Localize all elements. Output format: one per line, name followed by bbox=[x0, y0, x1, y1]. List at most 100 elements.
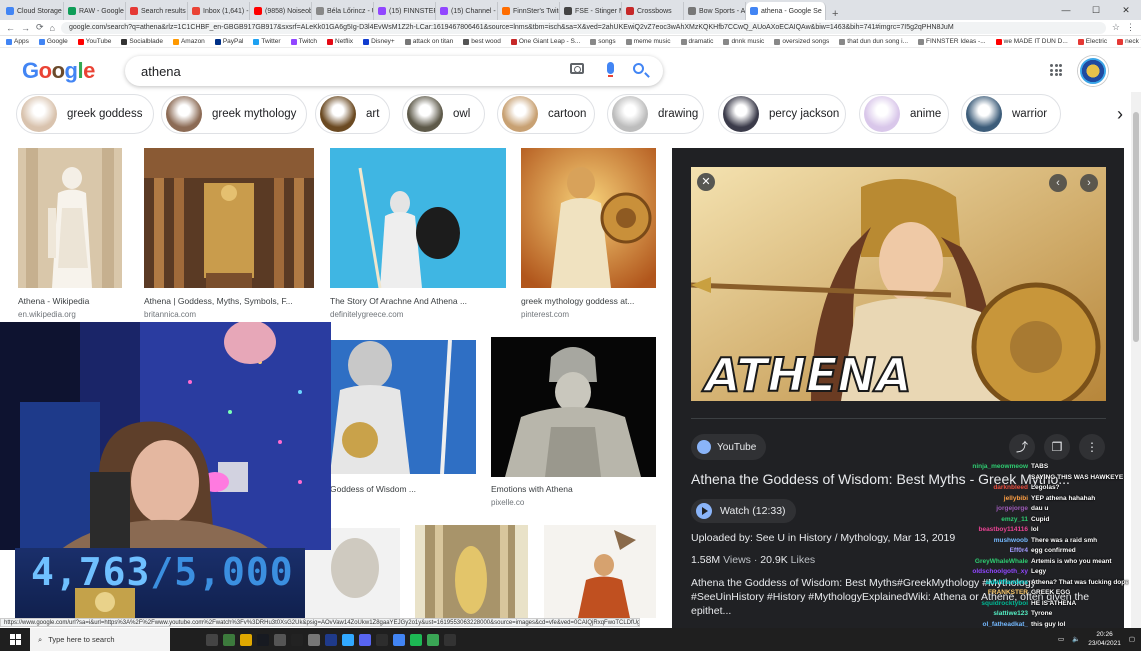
image-result-5[interactable]: Goddess of Wisdom ... bbox=[330, 340, 478, 500]
app-icon[interactable] bbox=[308, 633, 320, 646]
maximize-button[interactable]: ☐ bbox=[1081, 0, 1111, 20]
forward-icon[interactable]: → bbox=[21, 23, 30, 33]
minimize-button[interactable]: — bbox=[1051, 0, 1081, 20]
browser-tab[interactable]: Béla Lőrincz - UK Sci bbox=[312, 2, 374, 20]
result-thumbnail[interactable] bbox=[491, 337, 656, 477]
taskbar-search[interactable]: ⌕ Type here to search bbox=[30, 628, 170, 651]
start-button[interactable] bbox=[0, 628, 30, 651]
related-chip[interactable]: greek mythology bbox=[161, 94, 307, 134]
result-thumbnail[interactable] bbox=[144, 148, 314, 288]
related-chip[interactable]: percy jackson bbox=[718, 94, 846, 134]
browser-tab[interactable]: athena - Google Se bbox=[746, 2, 826, 20]
browser-tab[interactable]: Cloud Storage for W bbox=[2, 2, 64, 20]
bookmark-item[interactable]: dramatic bbox=[680, 38, 713, 45]
app-icon[interactable] bbox=[444, 633, 456, 646]
chrome-icon[interactable] bbox=[393, 633, 405, 646]
related-chip[interactable]: owl bbox=[402, 94, 485, 134]
related-chip[interactable]: anime bbox=[859, 94, 949, 134]
related-chip[interactable]: drawing bbox=[607, 94, 704, 134]
network-icon[interactable]: ▭ bbox=[1058, 635, 1064, 643]
more-options-icon[interactable]: ⋮ bbox=[1079, 434, 1105, 460]
browser-tab[interactable]: Inbox (1,641) - ffirecl bbox=[188, 2, 250, 20]
result-caption[interactable]: Emotions with Athena bbox=[491, 484, 656, 494]
next-image-button[interactable]: › bbox=[1080, 174, 1098, 192]
bookmark-item[interactable]: One Giant Leap - S... bbox=[510, 38, 580, 45]
bookmark-item[interactable]: meme music bbox=[625, 38, 671, 45]
browser-tab[interactable]: FinnSter's Twitch Sto bbox=[498, 2, 560, 20]
browser-tab[interactable]: Crossbows bbox=[622, 2, 684, 20]
notifications-icon[interactable]: ▢ bbox=[1129, 635, 1135, 643]
bookmark-item[interactable]: neck folder bbox=[1117, 38, 1141, 45]
related-chip[interactable]: greek goddess bbox=[16, 94, 154, 134]
bookmark-item[interactable]: Disney+ bbox=[363, 38, 395, 45]
related-chip[interactable]: cartoon bbox=[497, 94, 595, 134]
browser-tab[interactable]: Search results - fiing bbox=[126, 2, 188, 20]
result-thumbnail-row3-3[interactable] bbox=[544, 525, 656, 618]
bookmark-item[interactable]: FINNSTER Ideas -... bbox=[918, 38, 986, 45]
vegas-icon[interactable] bbox=[325, 633, 337, 646]
bookmark-item[interactable]: oversized songs bbox=[774, 38, 829, 45]
result-thumbnail[interactable] bbox=[18, 148, 122, 288]
new-tab-button[interactable]: + bbox=[826, 8, 844, 20]
app-icon[interactable] bbox=[376, 633, 388, 646]
browser-tab[interactable]: (15) Channel - Twitch bbox=[436, 2, 498, 20]
result-caption[interactable]: Athena | Goddess, Myths, Symbols, F... bbox=[144, 296, 314, 306]
steam-icon[interactable] bbox=[257, 633, 269, 646]
microphone-icon[interactable] bbox=[607, 62, 614, 77]
close-window-button[interactable]: ✕ bbox=[1111, 0, 1141, 20]
bookmark-item[interactable]: PayPal bbox=[214, 38, 243, 45]
image-result-4[interactable]: greek mythology goddess at... pinterest.… bbox=[521, 148, 661, 320]
image-result-1[interactable]: Athena - Wikipedia en.wikipedia.org bbox=[18, 148, 128, 320]
bookmark-item[interactable]: Amazon bbox=[172, 38, 205, 45]
discord-icon[interactable] bbox=[359, 633, 371, 646]
file-explorer-icon[interactable] bbox=[240, 633, 252, 646]
preview-image[interactable]: ATHENA bbox=[691, 167, 1106, 401]
camera-icon[interactable] bbox=[570, 63, 584, 74]
avatar[interactable] bbox=[1078, 56, 1108, 86]
google-doodle-logo[interactable]: Google bbox=[22, 58, 95, 84]
bookmark-icon[interactable]: ❒ bbox=[1044, 434, 1070, 460]
volume-icon[interactable]: 🔈 bbox=[1072, 635, 1080, 643]
browser-tab[interactable]: (9858) Noiseobrm bbox=[250, 2, 312, 20]
extensions-icon[interactable]: ⋮ bbox=[1126, 22, 1135, 33]
bookmark-item[interactable]: songs bbox=[590, 38, 616, 45]
bookmark-item[interactable]: Apps bbox=[6, 38, 29, 45]
bookmark-item[interactable]: we MADE IT DUN D... bbox=[995, 38, 1068, 45]
search-icon[interactable] bbox=[633, 63, 644, 74]
app-icon[interactable] bbox=[427, 633, 439, 646]
bookmark-item[interactable]: Netflix bbox=[327, 38, 353, 45]
result-caption[interactable]: Goddess of Wisdom ... bbox=[330, 484, 476, 494]
result-caption[interactable]: Athena - Wikipedia bbox=[18, 296, 126, 306]
related-chip[interactable]: warrior bbox=[961, 94, 1061, 134]
result-caption[interactable]: The Story Of Arachne And Athena ... bbox=[330, 296, 506, 306]
result-thumbnail[interactable] bbox=[330, 340, 476, 474]
page-scrollbar[interactable] bbox=[1131, 92, 1141, 628]
obs-icon[interactable] bbox=[291, 633, 303, 646]
bookmark-item[interactable]: Google bbox=[38, 38, 68, 45]
close-preview-button[interactable]: ✕ bbox=[697, 173, 715, 191]
result-thumbnail[interactable] bbox=[521, 148, 656, 288]
bookmark-item[interactable]: attack on titan bbox=[404, 38, 453, 45]
browser-tab[interactable]: RAW - Google Drive bbox=[64, 2, 126, 20]
share-icon[interactable]: ⤴ bbox=[1009, 434, 1035, 460]
minecraft-icon[interactable] bbox=[223, 633, 235, 646]
reload-icon[interactable]: ⟳ bbox=[36, 22, 44, 33]
bookmark-item[interactable]: dnnk music bbox=[723, 38, 764, 45]
result-thumbnail[interactable] bbox=[330, 148, 506, 288]
image-result-2[interactable]: Athena | Goddess, Myths, Symbols, F... b… bbox=[144, 148, 316, 320]
source-chip[interactable]: YouTube bbox=[691, 434, 767, 460]
scrollbar-thumb[interactable] bbox=[1133, 112, 1139, 342]
image-result-6[interactable]: Emotions with Athena pixelle.co bbox=[491, 337, 661, 513]
browser-tab[interactable]: FSE - Stinger Mod bbox=[560, 2, 622, 20]
result-thumbnail-row3-2[interactable] bbox=[415, 525, 528, 618]
back-icon[interactable]: ← bbox=[6, 23, 15, 33]
browser-tab[interactable]: Bow Sports - Archer bbox=[684, 2, 746, 20]
bookmark-item[interactable]: Twitter bbox=[253, 38, 281, 45]
bookmark-item[interactable]: YouTube bbox=[77, 38, 111, 45]
image-result-3[interactable]: The Story Of Arachne And Athena ... defi… bbox=[330, 148, 508, 320]
apps-grid-icon[interactable] bbox=[1050, 64, 1062, 76]
result-caption[interactable]: greek mythology goddess at... bbox=[521, 296, 657, 306]
browser-tab[interactable]: (15) FINNSTER's Sch bbox=[374, 2, 436, 20]
star-icon[interactable]: ☆ bbox=[1112, 22, 1120, 33]
bookmark-item[interactable]: Electric bbox=[1077, 38, 1107, 45]
